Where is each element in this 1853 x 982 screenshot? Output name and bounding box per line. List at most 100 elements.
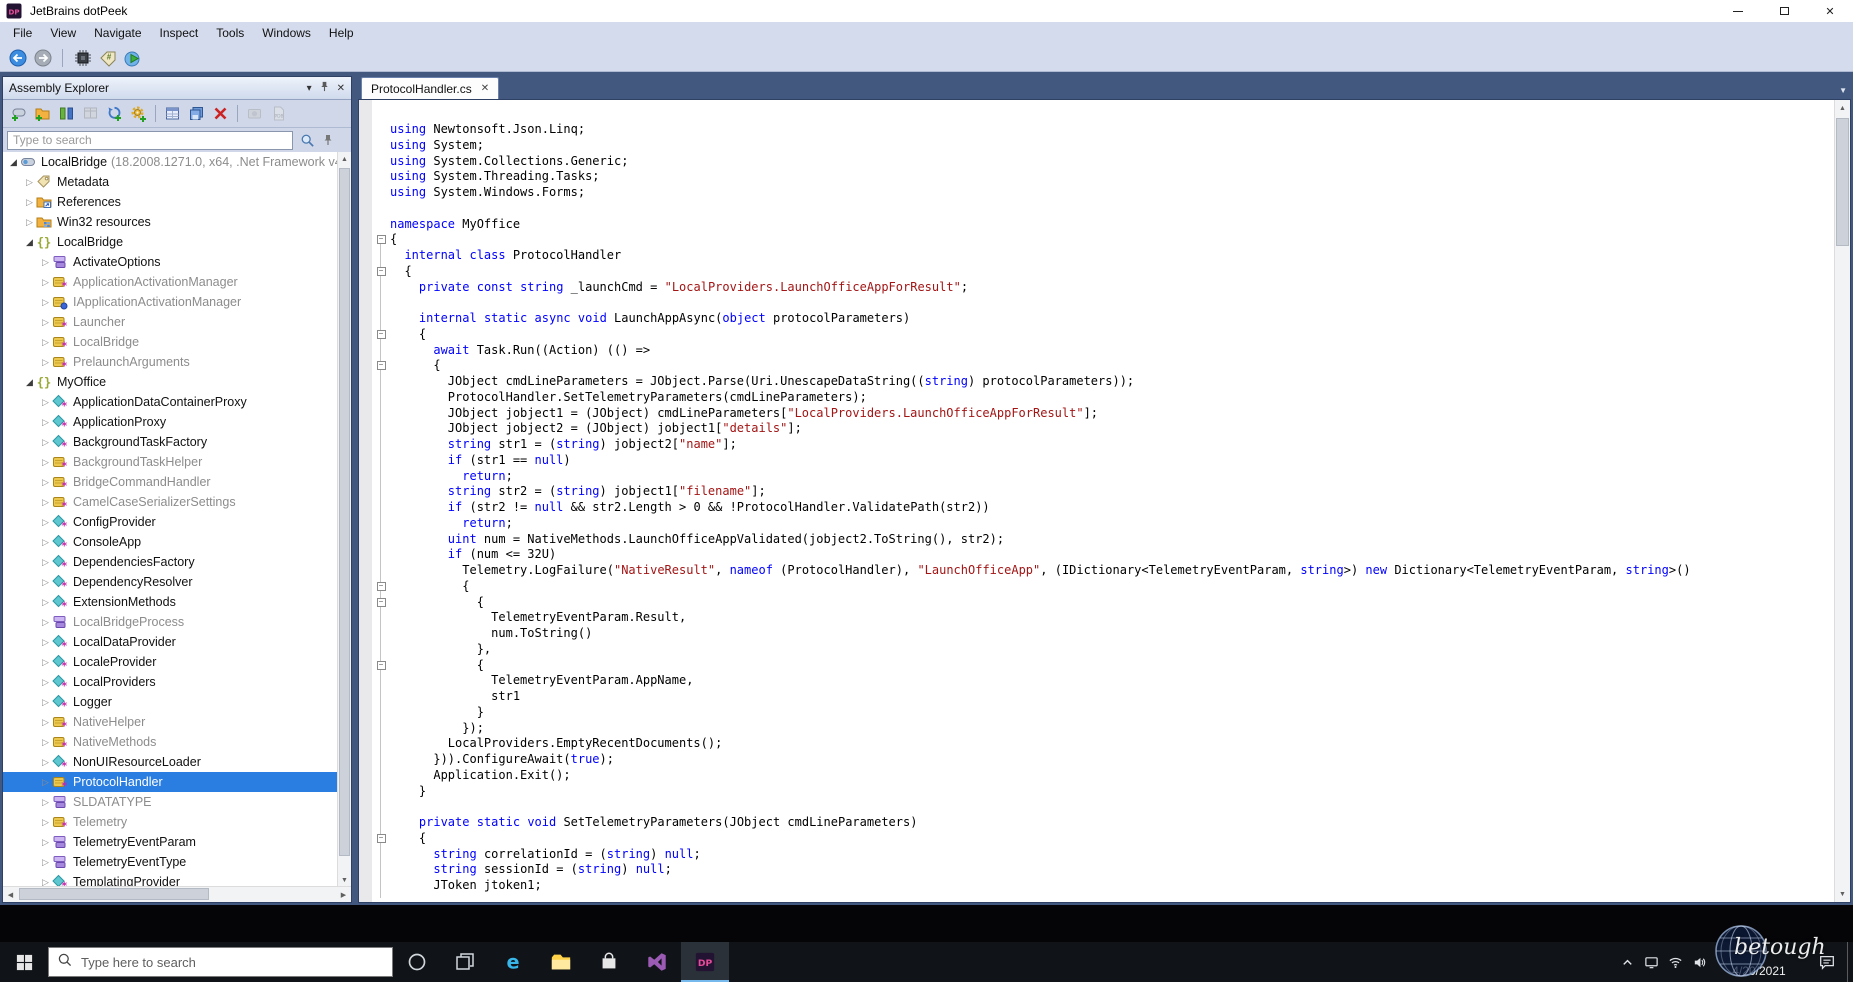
expand-arrow-icon[interactable]: ▷ [39,797,52,808]
type-tag-icon[interactable]: # [98,48,117,67]
back-icon[interactable] [8,48,27,67]
taskbar-clock[interactable]: 4/20/2021 [1711,942,1807,982]
show-desktop-button[interactable] [1847,942,1853,982]
tree-item-backgroundtaskfactory[interactable]: ▷ * BackgroundTaskFactory [3,432,337,452]
tree-item-nonuiresourceloader[interactable]: ▷ * NonUIResourceLoader [3,752,337,772]
code-line[interactable]: − { [372,658,1850,674]
expand-arrow-icon[interactable]: ▷ [39,717,52,728]
expand-arrow-icon[interactable]: ▷ [23,197,36,208]
collapse-region-icon[interactable]: − [376,597,386,607]
forward-icon[interactable] [33,48,52,67]
code-line[interactable]: JObject jobject1 = (JObject) cmdLinePara… [372,406,1850,422]
code-line[interactable]: ProtocolHandler.SetTelemetryParameters(c… [372,390,1850,406]
expand-arrow-icon[interactable]: ▷ [39,837,52,848]
pin-icon[interactable] [319,81,330,95]
tree-item-localdataprovider[interactable]: ▷ * LocalDataProvider [3,632,337,652]
code-line[interactable]: JObject cmdLineParameters = JObject.Pars… [372,374,1850,390]
expand-arrow-icon[interactable]: ▷ [23,217,36,228]
remove-assembly-icon[interactable] [210,103,231,124]
collapse-region-icon[interactable]: − [376,581,386,591]
code-editor[interactable]: using Newtonsoft.Json.Linq; using System;… [358,99,1851,903]
taskbar-search[interactable] [48,947,393,977]
code-line[interactable]: JToken jtoken1; [372,878,1850,894]
expand-arrow-icon[interactable]: ▷ [39,737,52,748]
expand-arrow-icon[interactable]: ▷ [39,597,52,608]
collapse-region-icon[interactable]: − [376,329,386,339]
export-project-icon[interactable] [244,103,265,124]
menu-inspect[interactable]: Inspect [151,23,208,43]
code-line[interactable]: namespace MyOffice [372,217,1850,233]
expand-arrow-icon[interactable]: ▷ [39,397,52,408]
code-line[interactable]: using Newtonsoft.Json.Linq; [372,122,1850,138]
code-line[interactable]: internal static async void LaunchAppAsyn… [372,311,1850,327]
code-line[interactable]: using System; [372,138,1850,154]
expand-arrow-icon[interactable]: ▷ [39,497,52,508]
tree-item-camelcaseserializersettings[interactable]: ▷ * CamelCaseSerializerSettings [3,492,337,512]
cortana-taskbar-icon[interactable] [393,942,441,982]
code-line[interactable]: − { [372,595,1850,611]
code-line[interactable]: −{ [372,232,1850,248]
tree-item-bridgecommandhandler[interactable]: ▷ * BridgeCommandHandler [3,472,337,492]
collapse-region-icon[interactable]: − [376,235,386,245]
tree-item-consoleapp[interactable]: ▷ * ConsoleApp [3,532,337,552]
code-line[interactable]: Application.Exit(); [372,768,1850,784]
expand-arrow-icon[interactable]: ▷ [39,257,52,268]
scroll-left-icon[interactable]: ◀ [3,887,18,902]
search-input[interactable] [7,130,293,150]
expand-arrow-icon[interactable]: ▷ [39,317,52,328]
code-line[interactable]: using System.Windows.Forms; [372,185,1850,201]
collapse-region-icon[interactable]: − [376,833,386,843]
action-center-icon[interactable] [1807,942,1847,982]
editor-vertical-scrollbar[interactable]: ▲ ▼ [1834,100,1850,902]
tree-item-applicationproxy[interactable]: ▷ * ApplicationProxy [3,412,337,432]
collapse-region-icon[interactable]: − [376,266,386,276]
tree-item-dependenciesfactory[interactable]: ▷ * DependenciesFactory [3,552,337,572]
code-line[interactable]: return; [372,516,1850,532]
code-line[interactable]: using System.Threading.Tasks; [372,169,1850,185]
code-line[interactable]: string str2 = (string) jobject1["filenam… [372,484,1850,500]
volume-icon[interactable] [1687,942,1711,982]
store-taskbar-icon[interactable] [585,942,633,982]
scroll-up-icon[interactable]: ▲ [1835,100,1850,116]
tab-protocolhandler[interactable]: ProtocolHandler.cs ✕ [361,77,500,99]
tree-item-references[interactable]: ▷ References [3,192,337,212]
tree-item-prelauncharguments[interactable]: ▷ * PrelaunchArguments [3,352,337,372]
expand-arrow-icon[interactable]: ▷ [39,557,52,568]
code-line[interactable]: − { [372,327,1850,343]
expand-arrow-icon[interactable]: ▷ [23,177,36,188]
code-line[interactable]: } [372,784,1850,800]
tree-item-configprovider[interactable]: ▷ * ConfigProvider [3,512,337,532]
menu-help[interactable]: Help [320,23,363,43]
code-line[interactable]: if (num <= 32U) [372,547,1850,563]
view-grid-icon[interactable] [80,103,101,124]
expand-arrow-icon[interactable]: ▷ [39,577,52,588]
expand-arrow-icon[interactable]: ▷ [39,297,52,308]
tree-item-launcher[interactable]: ▷ * Launcher [3,312,337,332]
code-line[interactable]: TelemetryEventParam.Result, [372,610,1850,626]
tree-item-applicationdatacontainerproxy[interactable]: ▷ * ApplicationDataContainerProxy [3,392,337,412]
compare-assemblies-icon[interactable] [56,103,77,124]
window-position-icon[interactable]: ▾ [307,83,312,94]
tree-item-myoffice[interactable]: ◢{} MyOffice [3,372,337,392]
expand-arrow-icon[interactable]: ▷ [39,757,52,768]
open-assembly-icon[interactable] [8,103,29,124]
expand-arrow-icon[interactable]: ▷ [39,437,52,448]
assembly-properties-gear-icon[interactable] [128,103,149,124]
tree-item-localbridge[interactable]: ◢ LocalBridge (18.2008.1271.0, x64, .Net F… [3,152,337,172]
code-line[interactable]: }, [372,642,1850,658]
run-icon[interactable] [123,48,142,67]
tree-item-protocolhandler[interactable]: ▷ * ProtocolHandler [3,772,337,792]
dotpeek-taskbar-icon[interactable]: DP [681,942,729,982]
close-button[interactable]: ✕ [1807,0,1853,22]
refresh-assemblies-icon[interactable] [104,103,125,124]
tree-item-localbridgeprocess[interactable]: ▷ LocalBridgeProcess [3,612,337,632]
expand-arrow-icon[interactable]: ▷ [39,337,52,348]
visual-studio-taskbar-icon[interactable] [633,942,681,982]
collapse-arrow-icon[interactable]: ◢ [7,157,20,168]
code-line[interactable]: if (str2 != null && str2.Length > 0 && !… [372,500,1850,516]
expand-arrow-icon[interactable]: ▷ [39,357,52,368]
expand-arrow-icon[interactable]: ▷ [39,517,52,528]
collapse-arrow-icon[interactable]: ◢ [23,237,36,248]
code-line[interactable]: − { [372,358,1850,374]
expand-arrow-icon[interactable]: ▷ [39,417,52,428]
